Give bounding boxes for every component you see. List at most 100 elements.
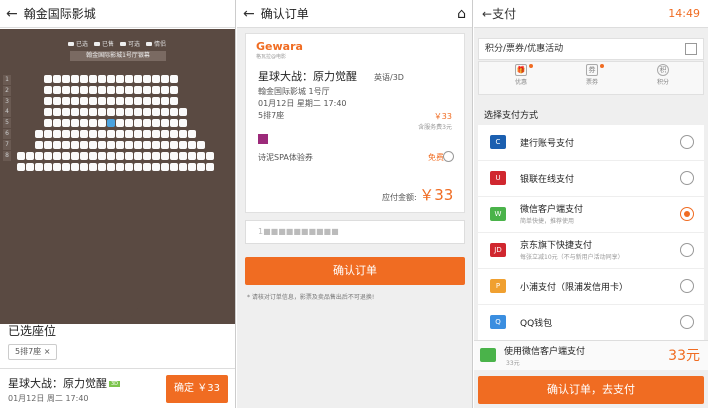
seat[interactable] xyxy=(62,141,70,149)
seat[interactable] xyxy=(62,86,70,94)
remove-icon[interactable]: × xyxy=(44,347,51,356)
payment-radio[interactable] xyxy=(680,207,694,221)
seat[interactable] xyxy=(26,152,34,160)
seat[interactable] xyxy=(125,163,133,171)
seat[interactable] xyxy=(62,119,70,127)
seat[interactable] xyxy=(125,152,133,160)
seat[interactable] xyxy=(197,163,205,171)
seat[interactable] xyxy=(134,86,142,94)
seat[interactable] xyxy=(62,108,70,116)
seat[interactable] xyxy=(125,75,133,83)
seat[interactable] xyxy=(170,130,178,138)
seat[interactable] xyxy=(143,152,151,160)
seat[interactable] xyxy=(71,141,79,149)
payment-radio[interactable] xyxy=(680,243,694,257)
seat[interactable] xyxy=(152,163,160,171)
seat[interactable] xyxy=(62,97,70,105)
seat[interactable] xyxy=(62,152,70,160)
payment-radio[interactable] xyxy=(680,171,694,185)
home-icon[interactable]: ⌂ xyxy=(457,6,466,22)
seat[interactable] xyxy=(143,141,151,149)
seat[interactable] xyxy=(17,152,25,160)
seat[interactable] xyxy=(116,108,124,116)
seat[interactable] xyxy=(17,163,25,171)
seat[interactable] xyxy=(125,130,133,138)
seat[interactable] xyxy=(143,130,151,138)
payment-method[interactable]: Q QQ钱包 xyxy=(478,305,704,341)
seat[interactable] xyxy=(134,163,142,171)
promo-checkbox[interactable] xyxy=(685,43,697,55)
seat[interactable] xyxy=(71,152,79,160)
seat[interactable] xyxy=(179,163,187,171)
seat[interactable] xyxy=(161,152,169,160)
pay-button[interactable]: 确认订单，去支付 xyxy=(478,376,704,404)
seat[interactable] xyxy=(80,130,88,138)
seat[interactable] xyxy=(26,163,34,171)
seat[interactable] xyxy=(116,163,124,171)
seat[interactable] xyxy=(53,141,61,149)
seat[interactable] xyxy=(179,141,187,149)
seat[interactable] xyxy=(134,119,142,127)
seat[interactable] xyxy=(116,97,124,105)
seat[interactable] xyxy=(44,108,52,116)
seat[interactable] xyxy=(125,119,133,127)
payment-method[interactable]: JD 京东旗下快捷支付 每张立减10元（不与新用户活动同享） xyxy=(478,233,704,269)
seat[interactable] xyxy=(53,75,61,83)
seat[interactable] xyxy=(53,163,61,171)
seat[interactable] xyxy=(152,108,160,116)
seat[interactable] xyxy=(44,163,52,171)
seat[interactable] xyxy=(80,97,88,105)
seat[interactable] xyxy=(161,163,169,171)
seat[interactable] xyxy=(53,152,61,160)
seat[interactable] xyxy=(152,97,160,105)
tab-points[interactable]: 积积分 xyxy=(633,64,693,86)
seat[interactable] xyxy=(35,152,43,160)
seat[interactable] xyxy=(98,75,106,83)
seat[interactable] xyxy=(179,108,187,116)
seat[interactable] xyxy=(89,130,97,138)
seat[interactable] xyxy=(89,152,97,160)
seat[interactable] xyxy=(152,75,160,83)
seat[interactable] xyxy=(44,141,52,149)
seat[interactable] xyxy=(71,130,79,138)
seat[interactable] xyxy=(170,97,178,105)
seat[interactable] xyxy=(116,141,124,149)
seat[interactable] xyxy=(53,130,61,138)
seat[interactable] xyxy=(35,163,43,171)
payment-method[interactable]: P 小浦支付（限浦发信用卡） xyxy=(478,269,704,305)
seat[interactable] xyxy=(71,86,79,94)
seat[interactable] xyxy=(152,86,160,94)
seat[interactable] xyxy=(134,108,142,116)
back-arrow-icon[interactable]: ← xyxy=(482,7,492,21)
seat[interactable] xyxy=(98,141,106,149)
seat-chip[interactable]: 5排7座 × xyxy=(8,344,58,360)
seat[interactable] xyxy=(107,141,115,149)
seat[interactable] xyxy=(143,86,151,94)
seat[interactable] xyxy=(62,75,70,83)
seat[interactable] xyxy=(80,163,88,171)
seat[interactable] xyxy=(152,130,160,138)
seat[interactable] xyxy=(179,130,187,138)
seat[interactable] xyxy=(80,86,88,94)
seat[interactable] xyxy=(89,163,97,171)
seat[interactable] xyxy=(107,163,115,171)
seat[interactable] xyxy=(80,75,88,83)
seat[interactable] xyxy=(98,152,106,160)
payment-radio[interactable] xyxy=(680,315,694,329)
seat[interactable] xyxy=(35,141,43,149)
seat[interactable] xyxy=(116,130,124,138)
seat[interactable] xyxy=(161,97,169,105)
seat[interactable] xyxy=(134,75,142,83)
seat[interactable] xyxy=(80,152,88,160)
seat[interactable] xyxy=(125,97,133,105)
seat[interactable] xyxy=(98,97,106,105)
seat[interactable] xyxy=(116,86,124,94)
seat[interactable] xyxy=(80,141,88,149)
seat[interactable] xyxy=(161,141,169,149)
tab-coupon[interactable]: 券票券 xyxy=(562,64,622,86)
seat[interactable] xyxy=(188,130,196,138)
seat[interactable] xyxy=(107,108,115,116)
seat[interactable] xyxy=(206,152,214,160)
seat[interactable] xyxy=(170,152,178,160)
seat[interactable] xyxy=(35,130,43,138)
